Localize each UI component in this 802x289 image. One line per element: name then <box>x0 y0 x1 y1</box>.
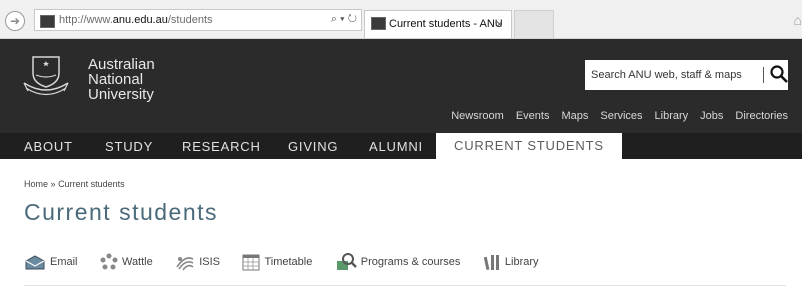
tab-favicon-icon <box>371 17 386 30</box>
breadcrumb-home[interactable]: Home <box>24 179 48 189</box>
quick-link-wattle-label: Wattle <box>121 255 153 268</box>
logo-line-3: University <box>88 86 154 103</box>
quick-link-library[interactable]: Library <box>483 253 539 271</box>
content-divider <box>24 285 786 286</box>
util-link-jobs[interactable]: Jobs <box>700 110 723 122</box>
search-refresh-icons[interactable]: ⌕ ▾ ↻ <box>331 13 357 26</box>
util-link-directories[interactable]: Directories <box>735 110 788 122</box>
quick-link-programs-courses[interactable]: Programs & courses <box>335 252 461 272</box>
site-header: Australian National University Search AN… <box>0 39 802 133</box>
quick-link-timetable[interactable]: Timetable <box>242 253 312 271</box>
isis-icon <box>176 257 194 271</box>
address-bar[interactable]: http://www.anu.edu.au/students ⌕ ▾ ↻ <box>34 9 362 31</box>
util-link-events[interactable]: Events <box>516 110 550 122</box>
library-icon <box>483 255 499 271</box>
tab-title: Current students - ANU <box>389 18 503 30</box>
anu-logo-text[interactable]: Australian National University <box>88 57 155 102</box>
browser-chrome: ➜ http://www.anu.edu.au/students ⌕ ▾ ↻ C… <box>0 0 802 39</box>
forward-arrow-icon[interactable]: ➜ <box>5 11 25 31</box>
main-nav: ABOUT STUDY RESEARCH GIVING ALUMNI CURRE… <box>0 133 802 159</box>
quick-link-programs-label: Programs & courses <box>360 255 461 268</box>
page-title: Current students <box>24 199 219 225</box>
search-divider <box>763 67 764 83</box>
quick-link-timetable-label: Timetable <box>264 255 313 268</box>
breadcrumb: Home » Current students <box>24 179 125 189</box>
programs-icon <box>336 253 357 270</box>
utility-nav: Newsroom Events Maps Services Library Jobs Dir… <box>439 110 788 122</box>
search-input[interactable]: Search ANU web, staff & maps <box>591 69 742 81</box>
quick-link-library-label: Library <box>504 255 539 268</box>
nav-study[interactable]: STUDY <box>105 139 153 154</box>
util-link-library[interactable]: Library <box>655 110 689 122</box>
util-link-newsroom[interactable]: Newsroom <box>451 110 504 122</box>
timetable-icon <box>242 254 260 271</box>
quick-link-wattle[interactable]: Wattle <box>100 253 153 271</box>
nav-alumni[interactable]: ALUMNI <box>369 139 423 154</box>
util-link-services[interactable]: Services <box>600 110 642 122</box>
nav-about[interactable]: ABOUT <box>24 139 73 154</box>
home-icon[interactable]: ⌂ <box>794 12 802 28</box>
nav-current-students[interactable]: CURRENT STUDENTS <box>436 133 622 159</box>
quick-link-isis-label: ISIS <box>199 255 220 268</box>
site-favicon-icon <box>40 15 55 28</box>
browser-tab[interactable]: Current students - ANU × <box>364 10 512 38</box>
quick-link-email[interactable]: Email <box>24 254 78 270</box>
nav-giving[interactable]: GIVING <box>288 139 338 154</box>
nav-research[interactable]: RESEARCH <box>182 139 261 154</box>
quick-link-email-label: Email <box>50 255 78 268</box>
breadcrumb-current: Current students <box>58 179 125 189</box>
quick-links: Email Wattle ISIS Timetable Programs & c… <box>24 252 557 276</box>
breadcrumb-separator: » <box>50 179 56 189</box>
anu-crest-icon[interactable] <box>21 53 71 97</box>
close-tab-icon[interactable]: × <box>496 17 503 31</box>
logo-line-2: National <box>88 71 144 88</box>
util-link-maps[interactable]: Maps <box>561 110 588 122</box>
new-tab-button[interactable] <box>514 10 554 38</box>
wattle-icon <box>100 253 118 270</box>
site-search[interactable]: Search ANU web, staff & maps <box>585 60 788 90</box>
quick-link-isis[interactable]: ISIS <box>175 253 220 271</box>
search-icon[interactable] <box>769 64 789 84</box>
logo-line-1: Australian <box>88 56 155 73</box>
address-url[interactable]: http://www.anu.edu.au/students <box>59 14 213 26</box>
email-icon <box>25 255 45 270</box>
